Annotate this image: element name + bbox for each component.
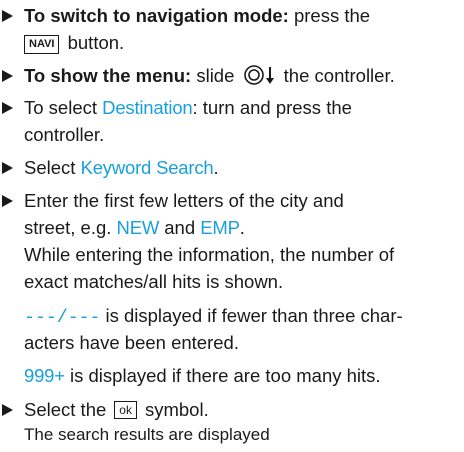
note-fewer-chars: ---/--- is displayed if fewer than three… [24,305,403,328]
triangle-bullet-icon [2,10,13,22]
step-info: exact matches/all hits is shown. [24,271,284,292]
menu-keyword-search: Keyword Search [80,157,214,178]
navi-key: NAVI [24,35,60,54]
triangle-bullet-icon [2,162,13,174]
ok-symbol: ok [114,401,137,419]
step-continuation: The search results are displayed [24,425,270,444]
menu-destination: Destination [102,97,193,118]
step-label: To switch to navigation mode: [24,5,289,26]
controller-slide-down-icon [243,64,277,93]
triangle-bullet-icon [2,102,13,114]
note-too-many-hits: 999+ is displayed if there are too many … [24,365,381,386]
step-continuation: NAVI button. [24,29,124,56]
triangle-bullet-icon [2,404,13,416]
step-continuation: controller. [24,124,105,145]
note-continuation: acters have been entered. [24,332,239,353]
input-emp: EMP [200,217,240,238]
input-new: NEW [116,217,160,238]
code-dashes: ---/--- [24,307,101,328]
manual-page: To switch to navigation mode: press the … [0,0,464,452]
step-info: While entering the information, the numb… [24,244,395,265]
step-continuation: street, e.g. NEW and EMP. [24,217,245,238]
step-label: To show the menu: [24,65,192,86]
code-999: 999+ [24,365,65,386]
triangle-bullet-icon [2,195,13,207]
triangle-bullet-icon [2,70,13,82]
